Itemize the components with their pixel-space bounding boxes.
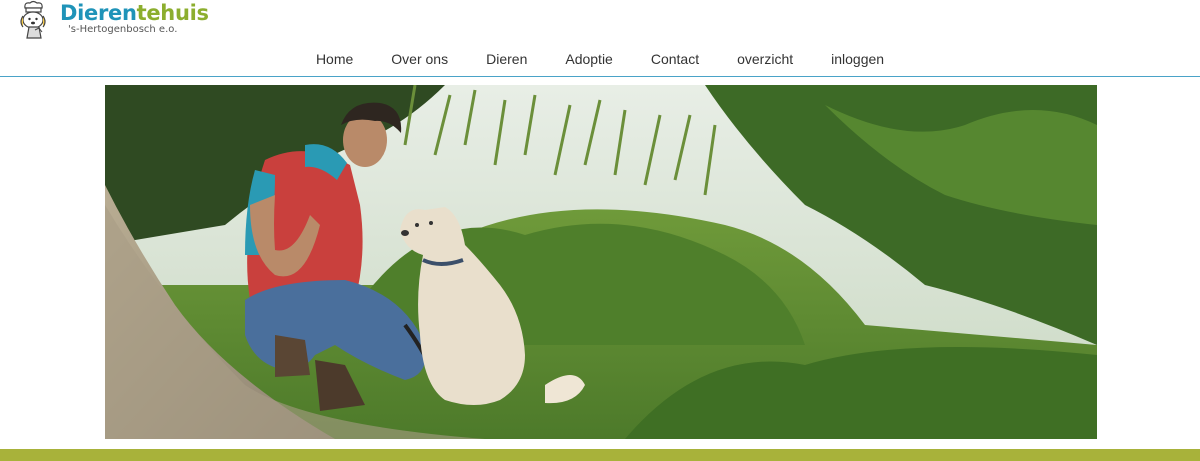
nav-item-home[interactable]: Home (297, 50, 372, 68)
nav-item-adoptie[interactable]: Adoptie (546, 50, 631, 68)
footer-bar (0, 449, 1200, 461)
site-logo[interactable]: Dierentehuis 's-Hertogenbosch e.o. (15, 0, 215, 42)
logo-subtitle: 's-Hertogenbosch e.o. (68, 24, 178, 35)
logo-title-part2: tehuis (136, 1, 209, 25)
hero-photo-dog-and-volunteer (105, 85, 1097, 439)
site-header: Dierentehuis 's-Hertogenbosch e.o. Home … (0, 0, 1200, 77)
nav-item-overzicht[interactable]: overzicht (718, 50, 812, 68)
nav-item-inloggen[interactable]: inloggen (812, 50, 903, 68)
logo-title-part1: Dieren (60, 1, 137, 25)
main-navigation: Home Over ons Dieren Adoptie Contact ove… (0, 50, 1200, 68)
hero-image (105, 85, 1097, 439)
nav-item-contact[interactable]: Contact (632, 50, 718, 68)
nav-item-dieren[interactable]: Dieren (467, 50, 546, 68)
animal-shelter-logo-icon (20, 0, 46, 39)
logo-title: Dierentehuis (60, 3, 209, 24)
nav-item-over-ons[interactable]: Over ons (372, 50, 467, 68)
